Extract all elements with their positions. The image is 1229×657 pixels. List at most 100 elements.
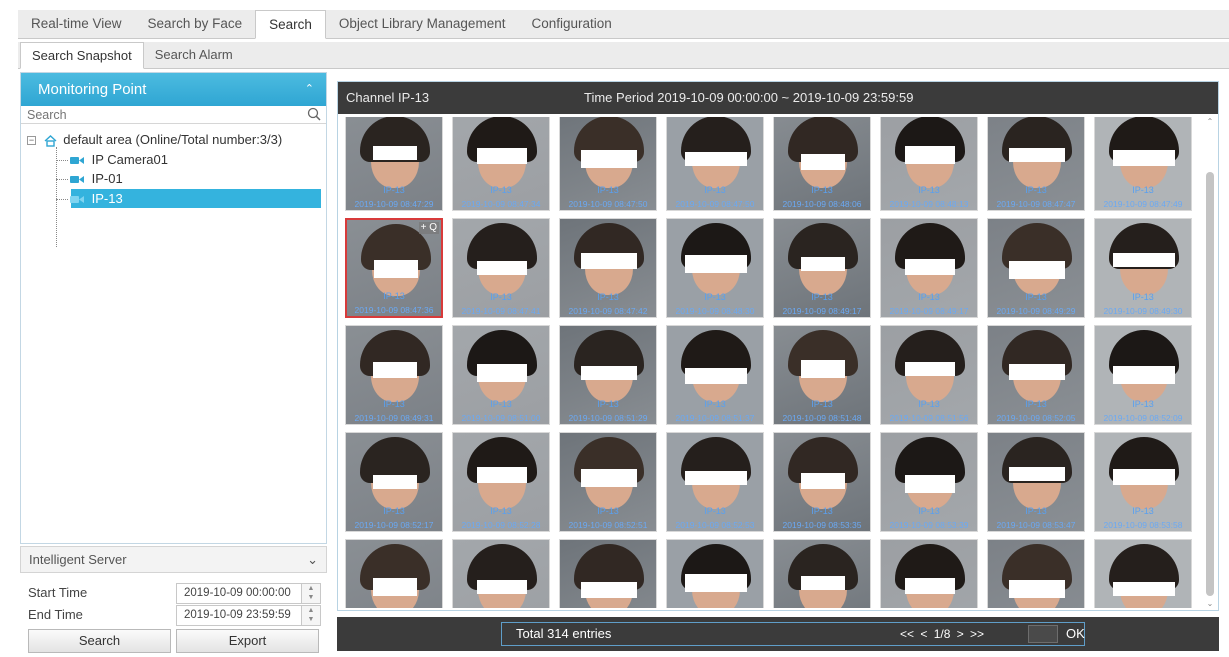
snapshot-thumbnail[interactable]: IP-13 2019-10-09 08:51:56 [880, 325, 978, 425]
tree-item-ip-01[interactable]: IP-01 [21, 169, 326, 189]
scrollbar-thumb[interactable] [1206, 172, 1214, 596]
redaction-box [477, 148, 527, 164]
snapshot-thumbnail[interactable]: IP-13 2019-10-09 08:48:13 [880, 117, 978, 211]
snapshot-time-label: 2019-10-09 08:49:31 [354, 413, 434, 423]
snapshot-thumbnail[interactable]: IP-13 2019-10-09 08:47:34 [452, 117, 550, 211]
snapshot-thumbnail[interactable]: IP-13 2019-10-09 08:51:37 [666, 325, 764, 425]
end-time-field[interactable]: 2019-10-09 23:59:59 [176, 605, 302, 626]
snapshot-thumbnail[interactable]: IP-13 2019-10-09 08:47:29 [345, 117, 443, 211]
snapshot-thumbnail[interactable]: IP-132019-10-09 08:55:17 [773, 539, 871, 608]
snapshot-thumbnail[interactable]: IP-13 2019-10-09 08:47:49 [1094, 117, 1192, 211]
snapshot-thumbnail[interactable]: IP-13 2019-10-09 08:52:05 [987, 325, 1085, 425]
tab-search[interactable]: Search [255, 10, 326, 39]
snapshot-thumbnail[interactable]: IP-13 2019-10-09 08:48:30 [666, 218, 764, 318]
snapshot-thumbnail[interactable]: IP-13 2019-10-09 08:49:30 [1094, 218, 1192, 318]
snapshot-thumbnail[interactable]: IP-13 2019-10-09 08:51:29 [559, 325, 657, 425]
redaction-box [373, 146, 417, 160]
tab-search-by-face[interactable]: Search by Face [135, 10, 256, 39]
snapshot-camera-label: IP-13 [1025, 506, 1047, 516]
snapshot-grid: IP-13 2019-10-09 08:47:29 IP-13 2019-10-09 … [345, 117, 1200, 608]
snapshot-thumbnail[interactable]: IP-132019-10-09 08:55:46 [1094, 539, 1192, 608]
snapshot-thumbnail[interactable]: IP-13 2019-10-09 08:51:48 [773, 325, 871, 425]
end-time-row: End Time 2019-10-09 23:59:59 ▲ ▼ [28, 605, 322, 627]
page-number-input[interactable] [1028, 625, 1058, 643]
redaction-box [581, 150, 637, 168]
tab-search-alarm[interactable]: Search Alarm [144, 42, 244, 69]
tree-expander-icon[interactable]: − [27, 136, 36, 146]
snapshot-thumbnail[interactable]: IP-132019-10-09 08:54:04 [345, 539, 443, 608]
snapshot-thumbnail[interactable]: IP-13 2019-10-09 08:47:42 [559, 218, 657, 318]
snapshot-thumbnail[interactable]: IP-13 2019-10-09 08:47:50 [666, 117, 764, 211]
snapshot-time-label: 2019-10-09 08:53:47 [996, 520, 1076, 530]
tab-real-time-view[interactable]: Real-time View [18, 10, 135, 39]
snapshot-camera-label: IP-13 [1025, 399, 1047, 409]
snapshot-thumbnail[interactable]: IP-13 2019-10-09 08:53:47 [987, 432, 1085, 532]
search-button[interactable]: Search [28, 629, 171, 653]
snapshot-thumbnail[interactable]: IP-13 2019-10-09 08:49:17 [773, 218, 871, 318]
snapshot-thumbnail[interactable]: IP-13 2019-10-09 08:47:50 [559, 117, 657, 211]
snapshot-thumbnail[interactable]: IP-132019-10-09 08:55:20 [880, 539, 978, 608]
snapshot-thumbnail[interactable]: IP-13 2019-10-09 08:47:36 + Q [345, 218, 443, 318]
snapshot-thumbnail[interactable]: IP-13 2019-10-09 08:47:47 [987, 117, 1085, 211]
scroll-up-icon[interactable]: ⌃ [1204, 116, 1216, 128]
snapshot-thumbnail[interactable]: IP-13 2019-10-09 08:53:39 [880, 432, 978, 532]
snapshot-thumbnail[interactable]: IP-13 2019-10-09 08:51:00 [452, 325, 550, 425]
redaction-box [373, 362, 417, 378]
snapshot-thumbnail[interactable]: IP-13 2019-10-09 08:52:53 [666, 432, 764, 532]
snapshot-camera-label: IP-13 [811, 506, 833, 516]
results-scrollbar[interactable]: ⌃ ⌄ [1204, 116, 1216, 610]
snapshot-thumbnail[interactable]: IP-13 2019-10-09 08:52:17 [345, 432, 443, 532]
snapshot-thumbnail[interactable]: IP-13 2019-10-09 08:49:17 [880, 218, 978, 318]
tree-item-default-area[interactable]: − default area (Online/Total number:3/3) [21, 130, 326, 150]
snapshot-thumbnail[interactable]: IP-13 2019-10-09 08:52:09 [1094, 325, 1192, 425]
snapshot-camera-label: IP-13 [383, 185, 405, 195]
thumbnail-tools-icon[interactable]: + Q [418, 222, 439, 234]
snapshot-thumbnail[interactable]: IP-13 2019-10-09 08:47:41 [452, 218, 550, 318]
start-time-field[interactable]: 2019-10-09 00:00:00 [176, 583, 302, 604]
scroll-down-icon[interactable]: ⌄ [1204, 598, 1216, 610]
redaction-box [685, 368, 747, 384]
monitoring-point-title: Monitoring Point [38, 81, 147, 98]
redaction-box [477, 467, 527, 483]
snapshot-thumbnail[interactable]: IP-13 2019-10-09 08:53:35 [773, 432, 871, 532]
tree-item-label: IP Camera01 [91, 151, 168, 167]
tab-object-library-management[interactable]: Object Library Management [326, 10, 519, 39]
snapshot-thumbnail[interactable]: IP-13 2019-10-09 08:49:31 [345, 325, 443, 425]
snapshot-thumbnail[interactable]: IP-132019-10-09 08:54:09 [559, 539, 657, 608]
snapshot-thumbnail[interactable]: IP-132019-10-09 08:55:44 [987, 539, 1085, 608]
snapshot-thumbnail[interactable]: IP-13 2019-10-09 08:53:58 [1094, 432, 1192, 532]
end-time-spinner[interactable]: ▲ ▼ [302, 605, 321, 626]
snapshot-time-label: 2019-10-09 08:52:05 [996, 413, 1076, 423]
snapshot-thumbnail[interactable]: IP-13 2019-10-09 08:48:06 [773, 117, 871, 211]
snapshot-thumbnail[interactable]: IP-13 2019-10-09 08:52:51 [559, 432, 657, 532]
tree-item-ip-camera01[interactable]: IP Camera01 [21, 150, 326, 170]
monitoring-point-search-input[interactable] [21, 106, 326, 124]
main-tab-bar: Real-time View Search by Face Search Obj… [18, 10, 1229, 39]
snapshot-thumbnail[interactable]: IP-132019-10-09 08:54:21 [666, 539, 764, 608]
redaction-box [581, 582, 637, 598]
snapshot-camera-label: IP-13 [490, 185, 512, 195]
chevron-down-icon[interactable]: ⌄ [307, 547, 318, 572]
redaction-box [685, 574, 747, 592]
snapshot-camera-label: IP-13 [811, 292, 833, 302]
magnifier-icon[interactable] [307, 107, 321, 121]
export-button[interactable]: Export [176, 629, 319, 653]
tree-item-label: default area (Online/Total number:3/3) [63, 132, 283, 147]
chevron-up-icon[interactable]: ⌃ [305, 73, 314, 106]
snapshot-thumbnail[interactable]: IP-13 2019-10-09 08:49:29 [987, 218, 1085, 318]
snapshot-camera-label: IP-13 [918, 185, 940, 195]
tree-item-ip-13[interactable]: IP-13 [21, 188, 326, 208]
snapshot-time-label: 2019-10-09 08:47:50 [675, 199, 755, 209]
redaction-box [1009, 580, 1065, 598]
start-time-spinner[interactable]: ▲ ▼ [302, 583, 321, 604]
redaction-box [477, 580, 527, 594]
tab-search-snapshot[interactable]: Search Snapshot [20, 42, 144, 69]
intelligent-server-dropdown[interactable]: Intelligent Server ⌄ [20, 546, 327, 573]
monitoring-point-header[interactable]: Monitoring Point ⌃ [21, 73, 326, 106]
redaction-box [905, 146, 955, 164]
snapshot-thumbnail[interactable]: IP-13 2019-10-09 08:52:28 [452, 432, 550, 532]
go-to-page-ok-button[interactable]: OK [1066, 623, 1085, 645]
tab-configuration[interactable]: Configuration [518, 10, 624, 39]
snapshot-thumbnail[interactable]: IP-132019-10-09 08:54:08 [452, 539, 550, 608]
pager-controls[interactable]: << < 1/8 > >> [900, 623, 984, 645]
